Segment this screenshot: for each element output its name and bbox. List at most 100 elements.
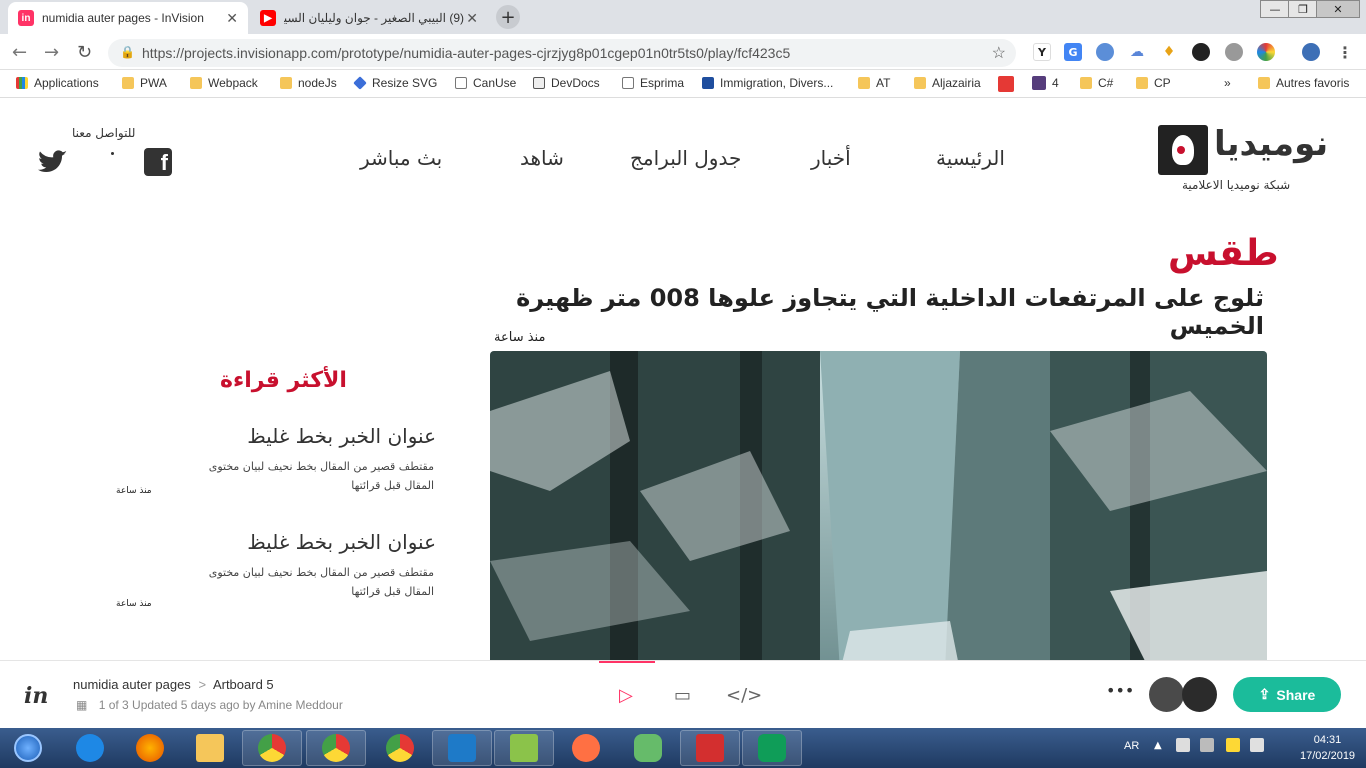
taskbar-chrome[interactable] (242, 730, 302, 766)
nav-schedule[interactable]: جدول البرامج (630, 146, 741, 170)
bookmark-resize-svg[interactable]: Resize SVG (353, 76, 437, 90)
bookmark-devdocs[interactable]: DevDocs (533, 76, 600, 90)
maximize-button[interactable]: ❐ (1288, 0, 1318, 18)
language-indicator[interactable]: AR (1124, 740, 1139, 752)
taskbar-hangouts[interactable] (742, 730, 802, 766)
taskbar-ie[interactable] (60, 730, 120, 766)
taskbar-vscode[interactable] (432, 730, 492, 766)
nav-watch[interactable]: شاهد (520, 146, 564, 170)
bookmark-applications[interactable]: Applications (16, 76, 99, 90)
share-icon: ⇪ (1258, 686, 1271, 702)
profile-icon[interactable] (1302, 43, 1320, 61)
bookmark-csharp[interactable]: C# (1080, 76, 1113, 90)
avatar[interactable] (1182, 677, 1217, 712)
windows-logo-icon (14, 734, 42, 762)
most-read-item-title[interactable]: عنوان الخبر بخط غليظ (180, 530, 436, 554)
bookmark-esprima[interactable]: Esprima (622, 76, 684, 90)
bookmark-bootstrap[interactable]: 4 (1032, 76, 1059, 90)
color-picker-icon[interactable] (1192, 43, 1210, 61)
grid-icon[interactable]: ▦ (76, 698, 87, 712)
clock-time: 04:31 (1313, 734, 1342, 746)
translate-icon[interactable]: G (1064, 43, 1082, 61)
article-headline[interactable]: ثلوج على المرتفعات الداخلية التي يتجاوز … (494, 284, 1264, 340)
devdocs-icon (533, 77, 545, 89)
logo-text[interactable]: نوميديا (1214, 124, 1328, 164)
start-button[interactable] (6, 730, 50, 766)
artboard-name[interactable]: Artboard 5 (213, 677, 274, 692)
taskbar-filezilla[interactable] (680, 730, 740, 766)
taskbar-rocket-app[interactable] (618, 730, 678, 766)
tab-invision[interactable]: in numidia auter pages - InVision ✕ (8, 2, 248, 34)
extension-icon[interactable] (1096, 43, 1114, 61)
comment-icon[interactable]: ▭ (674, 685, 691, 706)
most-read-item-excerpt: مقتطف قصير من المقال بخط نحيف لبيان مختو… (208, 460, 434, 473)
network-icon[interactable] (1200, 738, 1214, 752)
taskbar-chrome[interactable] (306, 730, 366, 766)
progress-indicator (599, 661, 655, 663)
cloud-icon[interactable]: ☁ (1128, 43, 1146, 61)
nav-news[interactable]: أخبار (811, 146, 851, 170)
taskbar-chrome-canary[interactable] (370, 730, 430, 766)
facebook-icon[interactable]: f (144, 148, 172, 176)
bulb-icon[interactable]: ♦ (1160, 43, 1178, 61)
bookmark-canuse[interactable]: CanUse (455, 76, 516, 90)
forward-icon[interactable]: → (44, 42, 59, 63)
taskbar-firefox[interactable] (120, 730, 180, 766)
bookmark-autres-favoris[interactable]: Autres favoris (1258, 76, 1349, 90)
color-wheel-icon[interactable] (1257, 43, 1275, 61)
folder-icon (122, 77, 134, 89)
contact-label: للتواصل معنا (72, 126, 136, 140)
bookmark-pwa[interactable]: PWA (122, 76, 167, 90)
taskbar-explorer[interactable] (180, 730, 240, 766)
flag-icon[interactable] (1176, 738, 1190, 752)
taskbar-sublime[interactable] (494, 730, 554, 766)
bookmarks-overflow-button[interactable]: » (1224, 76, 1231, 90)
minimize-button[interactable]: — (1260, 0, 1290, 18)
folder-icon (914, 77, 926, 89)
system-clock[interactable]: 04:31 17/02/2019 (1300, 732, 1355, 764)
avatar[interactable] (1149, 677, 1184, 712)
folder-icon (280, 77, 292, 89)
back-icon[interactable]: ← (12, 42, 27, 63)
most-read-item-excerpt: المقال قبل قرائتها (351, 479, 434, 492)
tab-youtube[interactable]: ▶ (9) البيبي الصغير - جوان وليليان السيل… (250, 2, 488, 34)
bookmark-star-icon[interactable]: ☆ (992, 43, 1006, 63)
apps-grid-icon (16, 77, 28, 89)
extension-icon[interactable] (1225, 43, 1243, 61)
code-icon[interactable]: </> (726, 685, 762, 706)
close-window-button[interactable]: ✕ (1316, 0, 1360, 18)
nav-live[interactable]: بث مباشر (360, 146, 442, 170)
bookmark-at[interactable]: AT (858, 76, 890, 90)
new-tab-button[interactable]: + (496, 5, 520, 29)
play-icon[interactable]: ▷ (619, 685, 633, 706)
invision-toolbar: in numidia auter pages > Artboard 5 ▦ 1 … (0, 660, 1366, 728)
bookmark-cp[interactable]: CP (1136, 76, 1171, 90)
close-icon[interactable]: ✕ (226, 10, 238, 27)
menu-icon[interactable]: ⋮ (1336, 43, 1354, 62)
more-icon[interactable]: ••• (1106, 681, 1134, 700)
folder-icon (190, 77, 202, 89)
screen-meta: ▦ 1 of 3 Updated 5 days ago by Amine Med… (76, 698, 343, 712)
battery-icon[interactable] (1226, 738, 1240, 752)
volume-icon[interactable] (1250, 738, 1264, 752)
tray-expand-icon[interactable]: ▲ (1154, 740, 1162, 751)
hangouts-icon (758, 734, 786, 762)
bookmark-immigration[interactable]: Immigration, Divers... (702, 76, 833, 90)
bookmark-c-extension[interactable] (998, 76, 1020, 92)
logo-red-dot (1177, 146, 1185, 154)
most-read-item-title[interactable]: عنوان الخبر بخط غليظ (180, 424, 436, 448)
bookmark-nodejs[interactable]: nodeJs (280, 76, 337, 90)
article-hero-image[interactable] (490, 351, 1267, 660)
project-name[interactable]: numidia auter pages (73, 677, 191, 692)
taskbar-pen-app[interactable] (556, 730, 616, 766)
bookmark-aljazairia[interactable]: Aljazairia (914, 76, 981, 90)
y-extension-icon[interactable]: Y (1033, 43, 1051, 61)
close-icon[interactable]: ✕ (466, 10, 478, 27)
share-button[interactable]: ⇪ Share (1233, 677, 1341, 712)
invision-logo[interactable]: in (24, 683, 48, 709)
nav-home[interactable]: الرئيسية (936, 146, 1005, 170)
reload-icon[interactable]: ↻ (77, 42, 92, 63)
twitter-icon[interactable] (38, 150, 68, 174)
address-bar[interactable]: 🔒 https://projects.invisionapp.com/proto… (108, 39, 1016, 67)
bookmark-webpack[interactable]: Webpack (190, 76, 258, 90)
